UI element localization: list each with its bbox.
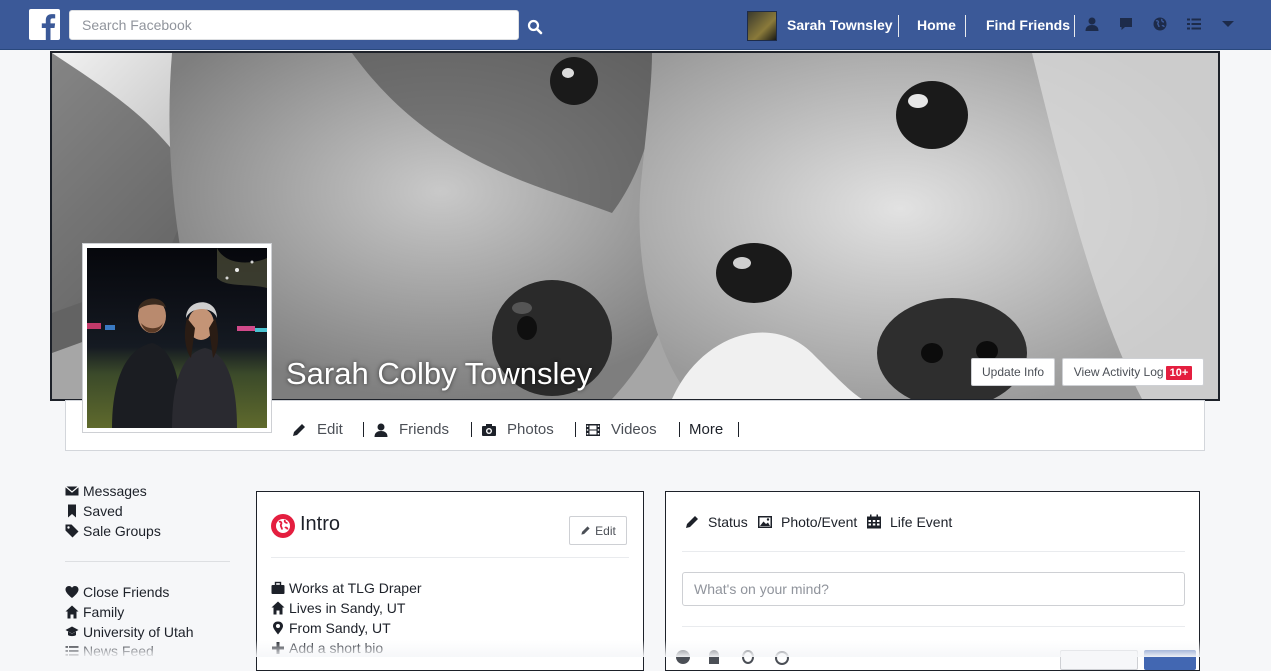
home-icon <box>65 605 79 619</box>
map-marker-icon <box>273 621 283 635</box>
view-activity-log-button[interactable]: View Activity Log 10+ <box>1062 358 1204 386</box>
tab-more[interactable]: More <box>689 421 723 438</box>
status-input[interactable] <box>682 572 1185 606</box>
tab-divider <box>471 422 472 437</box>
composer-post-button[interactable] <box>1144 650 1196 670</box>
composer-divider <box>682 626 1185 627</box>
view-activity-log-label: View Activity Log <box>1073 364 1164 379</box>
tab-divider <box>679 422 680 437</box>
tab-videos-label: Videos <box>611 421 657 438</box>
heart-icon <box>65 586 79 598</box>
list-icon <box>65 646 79 656</box>
person-icon <box>374 423 388 437</box>
add-short-bio-link[interactable]: Add a short bio <box>271 640 383 656</box>
search-icon[interactable] <box>526 18 544 36</box>
composer-tab-photo[interactable]: Photo/Event <box>757 514 857 530</box>
left-menu-sale-groups[interactable]: Sale Groups <box>65 523 161 539</box>
plus-icon <box>272 642 284 654</box>
intro-from-label: From Sandy, UT <box>289 620 391 636</box>
pencil-icon <box>581 526 590 535</box>
home-icon <box>271 601 285 615</box>
left-menu-saved-label: Saved <box>83 503 123 519</box>
tab-photos[interactable]: Photos <box>481 421 554 438</box>
left-menu-divider <box>65 561 230 562</box>
intro-card: Intro Edit Works at TLG Draper Lives in … <box>256 491 644 671</box>
tab-friends-label: Friends <box>399 421 450 438</box>
nav-divider <box>898 15 899 37</box>
intro-from: From Sandy, UT <box>271 620 391 636</box>
friend-requests-icon[interactable] <box>1084 16 1102 34</box>
tab-videos[interactable]: Videos <box>585 421 657 438</box>
graduation-cap-icon <box>65 626 79 637</box>
composer-tab-life-event[interactable]: Life Event <box>866 514 952 530</box>
caret-down-icon[interactable] <box>1220 16 1238 34</box>
composer-tab-status-label: Status <box>708 514 748 530</box>
intro-work: Works at TLG Draper <box>271 580 422 596</box>
tab-divider <box>738 422 739 437</box>
notifications-globe-icon[interactable] <box>1152 16 1170 34</box>
intro-lives: Lives in Sandy, UT <box>271 600 405 616</box>
tab-friends[interactable]: Friends <box>373 421 449 438</box>
composer-location-icon[interactable] <box>742 650 754 664</box>
briefcase-icon <box>271 581 285 594</box>
composer-audience-button[interactable] <box>1060 650 1138 670</box>
composer-tag-people-icon[interactable] <box>709 650 719 664</box>
composer-camera-icon[interactable] <box>676 650 690 664</box>
composer-tab-photo-label: Photo/Event <box>781 514 858 530</box>
tab-edit-label: Edit <box>317 421 343 438</box>
search-input[interactable] <box>69 10 519 40</box>
top-navigation-bar: Sarah Townsley Home Find Friends <box>0 0 1271 50</box>
intro-lives-label: Lives in Sandy, UT <box>289 600 406 616</box>
left-menu-messages-label: Messages <box>83 483 147 499</box>
add-short-bio-label: Add a short bio <box>289 640 384 656</box>
pencil-icon <box>686 516 698 528</box>
globe-icon <box>271 514 295 538</box>
camera-icon <box>482 423 496 436</box>
nav-divider <box>965 15 966 37</box>
tab-photos-label: Photos <box>507 421 554 438</box>
profile-name-link[interactable]: Sarah Townsley <box>787 17 893 33</box>
composer-feeling-icon[interactable] <box>775 651 789 665</box>
left-menu-close-friends[interactable]: Close Friends <box>65 584 169 600</box>
find-friends-link[interactable]: Find Friends <box>986 17 1070 33</box>
left-menu-family[interactable]: Family <box>65 604 124 620</box>
facebook-logo-icon[interactable] <box>29 9 60 40</box>
list-icon[interactable] <box>1186 16 1204 34</box>
tab-edit[interactable]: Edit <box>291 421 343 438</box>
intro-divider <box>271 557 629 558</box>
left-menu-close-friends-label: Close Friends <box>83 584 170 600</box>
film-icon <box>586 423 600 436</box>
activity-count-badge: 10+ <box>1165 365 1193 380</box>
left-menu-university[interactable]: University of Utah <box>65 624 193 640</box>
envelope-icon <box>65 486 79 496</box>
pencil-icon <box>293 423 305 436</box>
post-composer: Status Photo/Event Life Event <box>665 491 1200 671</box>
profile-name-heading: Sarah Colby Townsley <box>286 356 593 391</box>
tab-divider <box>363 422 364 437</box>
composer-tab-status[interactable]: Status <box>684 514 748 530</box>
left-menu-sale-groups-label: Sale Groups <box>83 523 161 539</box>
left-menu-messages[interactable]: Messages <box>65 483 147 499</box>
user-avatar[interactable] <box>747 11 777 41</box>
update-info-button[interactable]: Update Info <box>971 358 1055 386</box>
home-link[interactable]: Home <box>917 17 956 33</box>
composer-tab-life-event-label: Life Event <box>890 514 953 530</box>
bookmark-icon <box>68 504 76 518</box>
intro-edit-label: Edit <box>595 523 616 538</box>
composer-divider <box>682 551 1185 552</box>
messages-icon[interactable] <box>1118 16 1136 34</box>
picture-icon <box>758 516 772 528</box>
tag-icon <box>65 524 79 538</box>
intro-work-label: Works at TLG Draper <box>289 580 422 596</box>
calendar-icon <box>867 514 881 529</box>
left-menu-university-label: University of Utah <box>83 624 194 640</box>
left-menu-saved[interactable]: Saved <box>65 503 123 519</box>
tab-divider <box>575 422 576 437</box>
nav-divider <box>1074 15 1075 37</box>
intro-title: Intro <box>300 513 341 535</box>
profile-picture[interactable] <box>82 243 272 433</box>
intro-edit-button[interactable]: Edit <box>569 516 627 545</box>
left-menu-family-label: Family <box>83 604 125 620</box>
